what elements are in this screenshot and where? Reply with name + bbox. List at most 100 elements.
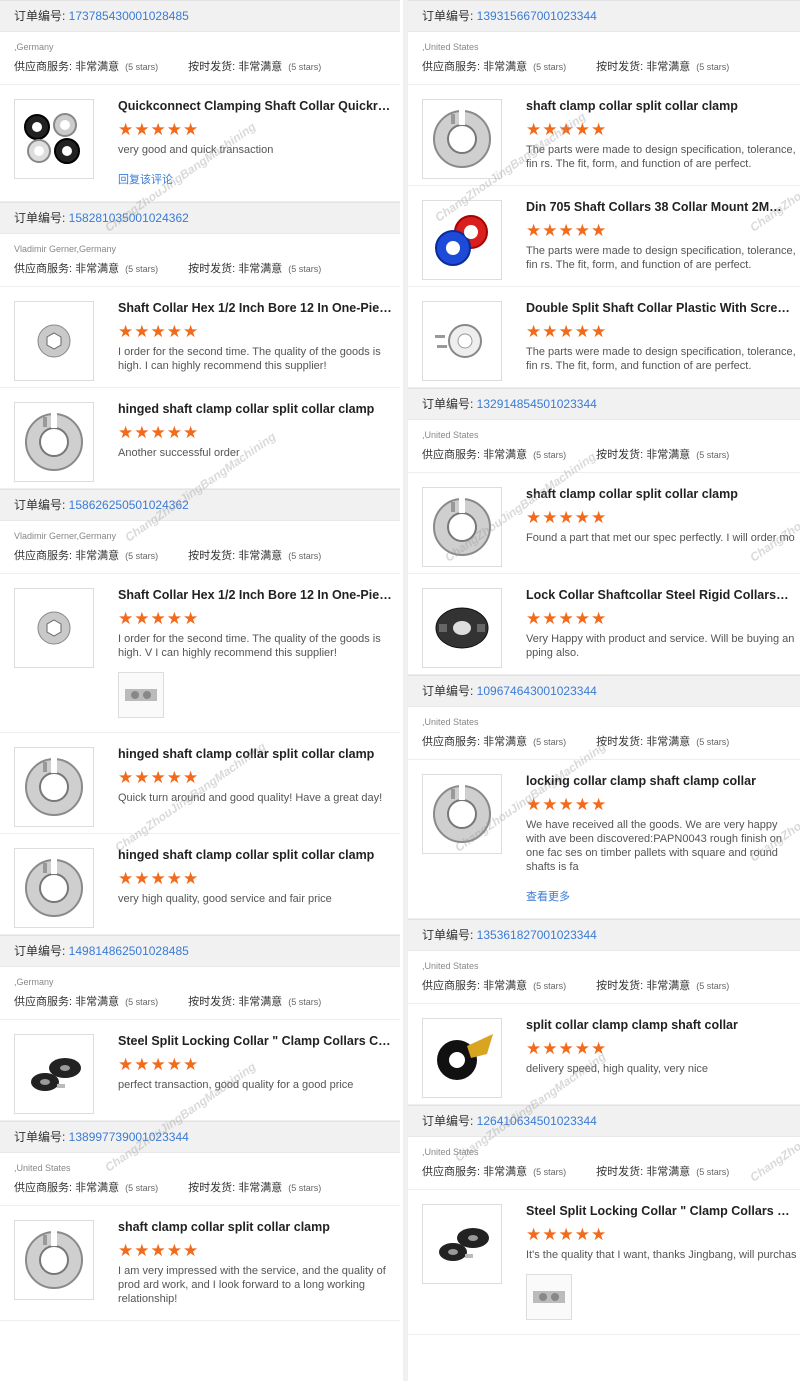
supplier-service-label: 供应商服务:	[14, 61, 76, 73]
product-thumbnail[interactable]	[14, 1034, 94, 1114]
product-title-link[interactable]: split collar clamp clamp shaft collar	[526, 1018, 792, 1032]
product-thumbnail[interactable]	[422, 588, 502, 668]
order-meta: Vladimir Gerner,Germany 供应商服务: 非常满意 (5 sta…	[0, 234, 400, 287]
left-column: 订单编号: 173785430001028485 ,Germany 供应商服务: 非…	[0, 0, 400, 1381]
product-title-link[interactable]: Shaft Collar Hex 1/2 Inch Bore 12 In One…	[118, 588, 392, 602]
product-title-link[interactable]: shaft clamp collar split collar clamp	[526, 99, 792, 113]
product-thumbnail[interactable]	[422, 487, 502, 567]
review-comment: The parts were made to design specificat…	[526, 346, 796, 372]
review-action-link[interactable]: 查看更多	[526, 888, 800, 904]
on-time-label: 按时发货:	[596, 736, 647, 748]
product-thumbnail[interactable]	[14, 588, 94, 668]
on-time-value: 非常满意	[238, 550, 283, 562]
supplier-service-stars: (5 stars)	[533, 737, 567, 747]
order-number-link[interactable]: 135361827001023344	[477, 928, 597, 942]
product-title-link[interactable]: Din 705 Shaft Collars 38 Collar Mount 2M…	[526, 200, 792, 214]
review-comment: We have received all the goods. We are v…	[526, 819, 783, 873]
right-column: 订单编号: 139315667001023344 ,United States 供应…	[408, 0, 800, 1381]
product-thumbnail[interactable]	[14, 402, 94, 482]
order-meta: ,United States 供应商服务: 非常满意 (5 stars) 按时发货: …	[408, 32, 800, 85]
product-title-link[interactable]: hinged shaft clamp collar split collar c…	[118, 402, 392, 416]
on-time-stars: (5 stars)	[696, 737, 730, 747]
product-title-link[interactable]: Double Split Shaft Collar Plastic With S…	[526, 301, 792, 315]
product-thumbnail[interactable]	[14, 747, 94, 827]
review-action-link[interactable]: 回复该评论	[118, 171, 400, 187]
review-comment: I order for the second time. The quality…	[118, 346, 381, 372]
product-thumbnail[interactable]	[422, 301, 502, 381]
supplier-service-stars: (5 stars)	[125, 551, 159, 561]
order-number-link[interactable]: 158281035001024362	[69, 211, 189, 225]
seller-ratings: 供应商服务: 非常满意 (5 stars) 按时发货: 非常满意 (5 stars)	[422, 58, 786, 74]
review-comment: The parts were made to design specificat…	[526, 144, 796, 170]
product-thumbnail[interactable]	[422, 99, 502, 179]
order-header: 订单编号: 158281035001024362	[0, 202, 400, 234]
seller-ratings: 供应商服务: 非常满意 (5 stars) 按时发货: 非常满意 (5 stars)	[422, 977, 786, 993]
order-number-link[interactable]: 149814862501028485	[69, 944, 189, 958]
review-photo[interactable]	[526, 1274, 572, 1320]
product-title-link[interactable]: hinged shaft clamp collar split collar c…	[118, 848, 392, 862]
review-comment: very good and quick transaction	[118, 144, 274, 156]
product-thumbnail[interactable]	[422, 200, 502, 280]
product-title-link[interactable]: Shaft Collar Hex 1/2 Inch Bore 12 In One…	[118, 301, 392, 315]
order-meta: ,United States 供应商服务: 非常满意 (5 stars) 按时发货: …	[408, 1137, 800, 1190]
supplier-service-value: 非常满意	[483, 980, 528, 992]
order-number-link[interactable]: 138997739001023344	[69, 1130, 189, 1144]
order-number-link[interactable]: 132914854501023344	[477, 397, 597, 411]
product-thumbnail[interactable]	[422, 1018, 502, 1098]
product-title-link[interactable]: locking collar clamp shaft clamp collar	[526, 774, 792, 788]
supplier-service-label: 供应商服务:	[422, 980, 484, 992]
review-item: shaft clamp collar split collar clamp ★★★…	[0, 1206, 400, 1321]
order-number-link[interactable]: 109674643001023344	[477, 684, 597, 698]
seller-ratings: 供应商服务: 非常满意 (5 stars) 按时发货: 非常满意 (5 stars)	[14, 260, 386, 276]
order-number-link[interactable]: 139315667001023344	[477, 9, 597, 23]
order-header: 订单编号: 139315667001023344	[408, 0, 800, 32]
product-title-link[interactable]: Lock Collar Shaftcollar Steel Rigid Coll…	[526, 588, 792, 602]
product-title-link[interactable]: shaft clamp collar split collar clamp	[526, 487, 792, 501]
product-thumbnail[interactable]	[422, 774, 502, 854]
order-number-label: 订单编号:	[422, 397, 477, 411]
product-thumbnail[interactable]	[14, 848, 94, 928]
supplier-service-stars: (5 stars)	[533, 1167, 567, 1177]
order-number-link[interactable]: 158626250501024362	[69, 498, 189, 512]
supplier-service-value: 非常满意	[483, 736, 528, 748]
buyer-name: Vladimir Gerner,Germany	[14, 244, 117, 254]
star-rating: ★★★★★	[118, 120, 200, 139]
order-number-link[interactable]: 173785430001028485	[69, 9, 189, 23]
order-meta: ,United States 供应商服务: 非常满意 (5 stars) 按时发货: …	[408, 420, 800, 473]
seller-ratings: 供应商服务: 非常满意 (5 stars) 按时发货: 非常满意 (5 stars)	[14, 58, 386, 74]
product-title-link[interactable]: Steel Split Locking Collar " Clamp Colla…	[526, 1204, 792, 1218]
review-item: Steel Split Locking Collar " Clamp Colla…	[0, 1020, 400, 1121]
product-thumbnail[interactable]	[14, 99, 94, 179]
order-header: 订单编号: 126410634501023344	[408, 1105, 800, 1137]
supplier-service-stars: (5 stars)	[533, 450, 567, 460]
product-thumbnail[interactable]	[14, 301, 94, 381]
supplier-service-stars: (5 stars)	[125, 1183, 159, 1193]
on-time-label: 按时发货:	[188, 996, 239, 1008]
product-title-link[interactable]: Steel Split Locking Collar " Clamp Colla…	[118, 1034, 392, 1048]
supplier-service-stars: (5 stars)	[533, 62, 567, 72]
star-rating: ★★★★★	[526, 322, 608, 341]
review-item: Shaft Collar Hex 1/2 Inch Bore 12 In One…	[0, 574, 400, 733]
review-comment: delivery speed, high quality, very nice	[526, 1063, 709, 1075]
product-title-link[interactable]: hinged shaft clamp collar split collar c…	[118, 747, 392, 761]
seller-ratings: 供应商服务: 非常满意 (5 stars) 按时发货: 非常满意 (5 stars)	[14, 547, 386, 563]
on-time-stars: (5 stars)	[696, 62, 730, 72]
product-thumbnail[interactable]	[14, 1220, 94, 1300]
star-rating: ★★★★★	[118, 1055, 200, 1074]
on-time-label: 按时发货:	[188, 1182, 239, 1194]
product-title-link[interactable]: Quickconnect Clamping Shaft Collar Quick…	[118, 99, 392, 113]
star-rating: ★★★★★	[526, 1039, 608, 1058]
supplier-service-stars: (5 stars)	[125, 997, 159, 1007]
review-comment: Another successful order	[118, 447, 240, 459]
on-time-stars: (5 stars)	[696, 1167, 730, 1177]
review-comment: I order for the second time. The quality…	[118, 633, 381, 659]
star-rating: ★★★★★	[118, 322, 200, 341]
product-title-link[interactable]: shaft clamp collar split collar clamp	[118, 1220, 392, 1234]
review-item: Steel Split Locking Collar " Clamp Colla…	[408, 1190, 800, 1335]
order-header: 订单编号: 158626250501024362	[0, 489, 400, 521]
on-time-value: 非常满意	[646, 1166, 691, 1178]
order-number-link[interactable]: 126410634501023344	[477, 1114, 597, 1128]
on-time-stars: (5 stars)	[288, 1183, 322, 1193]
product-thumbnail[interactable]	[422, 1204, 502, 1284]
review-photo[interactable]	[118, 672, 164, 718]
